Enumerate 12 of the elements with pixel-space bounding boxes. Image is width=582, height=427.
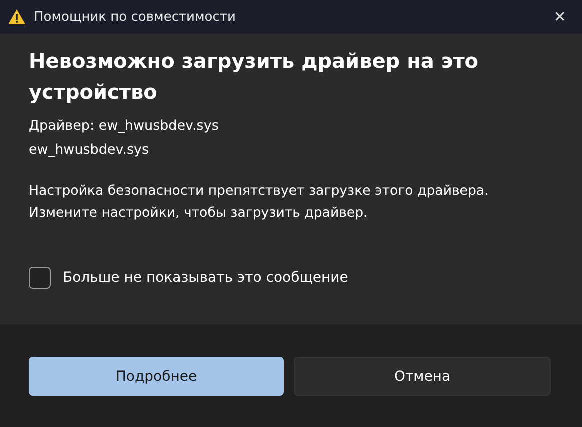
close-button[interactable]: ✕ (538, 0, 582, 34)
window-title: Помощник по совместимости (34, 10, 236, 24)
details-button[interactable]: Подробнее (29, 357, 284, 396)
dialog-heading: Невозможно загрузить драйвер на это устройство (29, 48, 480, 106)
message-text: Настройка безопасности препятствует загрузке этого драйвера. (29, 183, 490, 201)
cancel-button[interactable]: Отмена (294, 357, 551, 396)
checkbox-label[interactable]: Больше не показывать это сообщение (63, 270, 348, 286)
checkbox[interactable] (29, 267, 51, 289)
warning-icon (8, 9, 26, 25)
driver-text: ew_hwusbdev.sys (29, 141, 150, 160)
message-text: Измените настройки, чтобы загрузить драйвер. (29, 205, 369, 223)
driver-text: Драйвер: ew_hwusbdev.sys (29, 117, 220, 136)
